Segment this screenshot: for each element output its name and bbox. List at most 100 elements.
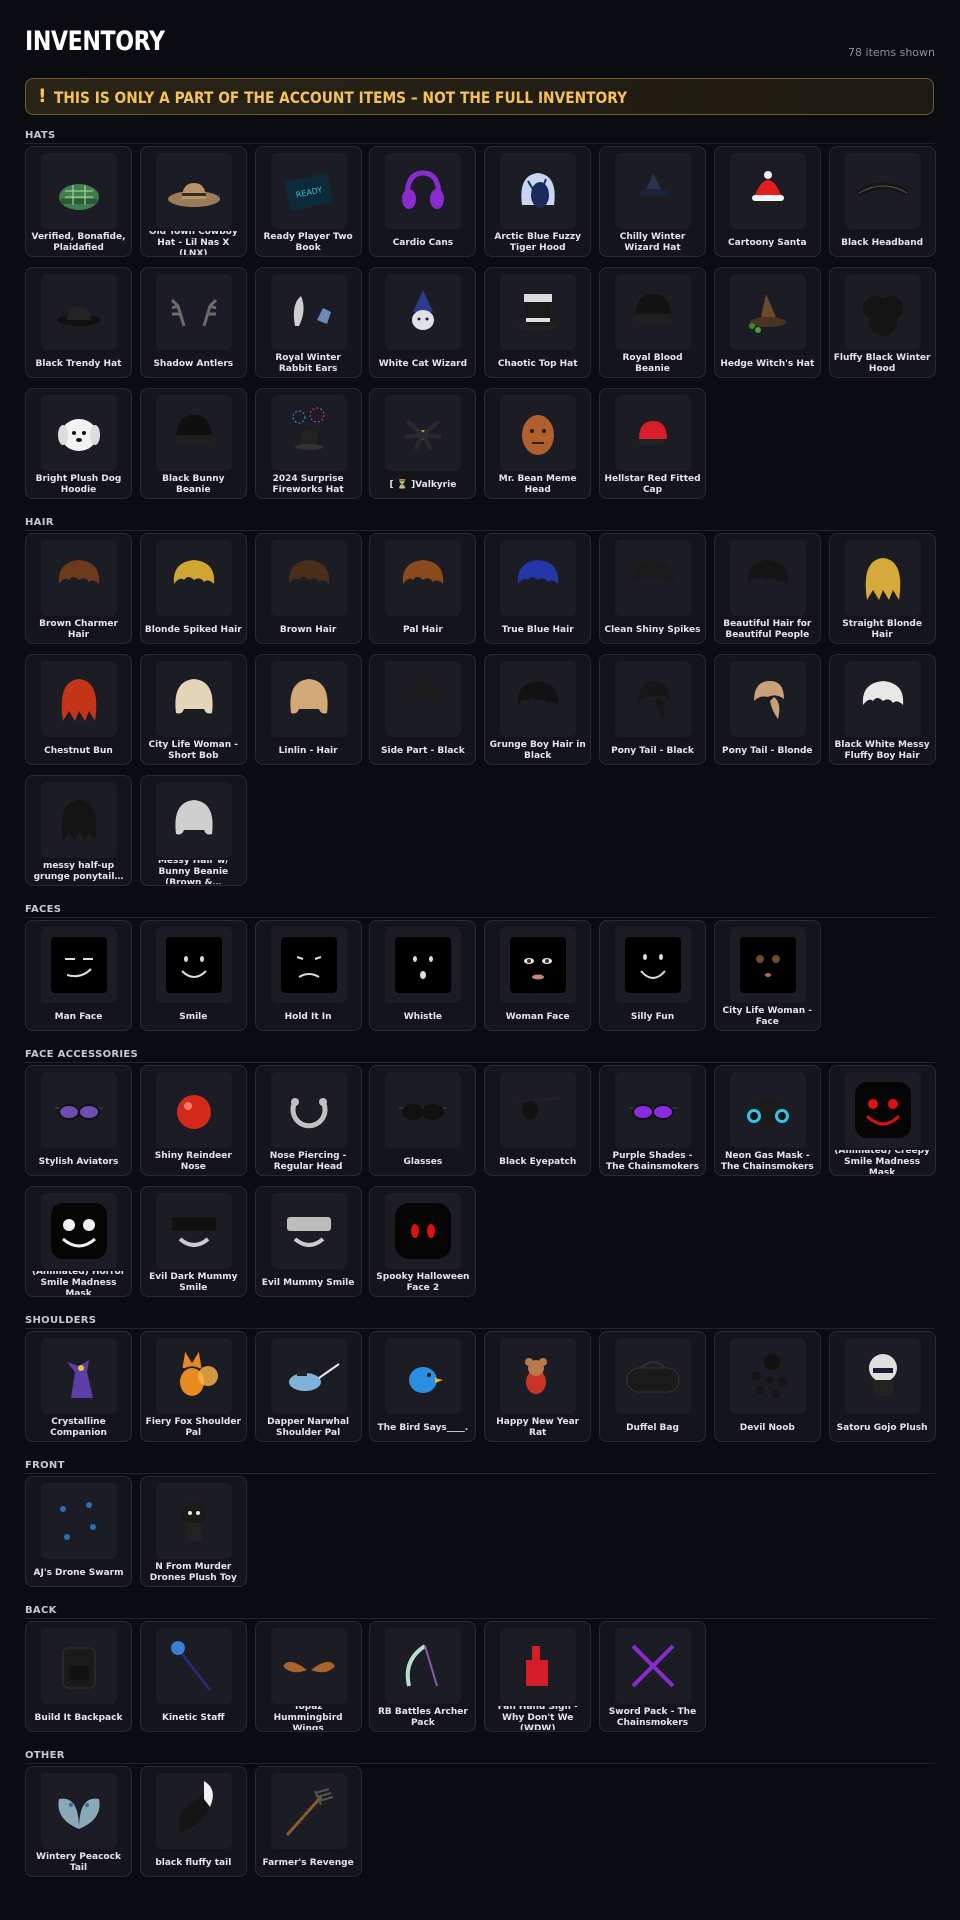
inventory-item-card[interactable]: True Blue Hair [484, 533, 592, 644]
inventory-item-card[interactable]: Glasses [369, 1065, 477, 1176]
item-mummy-icon [270, 1193, 347, 1269]
inventory-item-card[interactable]: Grunge Boy Hair in Black [484, 654, 592, 765]
item-hair-icon [615, 540, 691, 616]
inventory-item-card[interactable]: Clean Shiny Spikes [599, 533, 706, 644]
item-name: Farmer's Revenge [262, 1857, 354, 1868]
inventory-item-card[interactable]: Old Town Cowboy Hat - Lil Nas X (LNX) [139, 146, 247, 257]
inventory-item-card[interactable]: Arctic Blue Fuzzy Tiger Hood [484, 146, 592, 257]
inventory-item-card[interactable]: Evil Dark Mummy Smile [139, 1186, 247, 1297]
item-name: Kinetic Staff [162, 1712, 225, 1723]
inventory-item-card[interactable]: Pal Hair [369, 533, 477, 644]
inventory-item-card[interactable]: Duffel Bag [599, 1331, 706, 1442]
inventory-item-card[interactable]: Fan Hand Sign - Why Don't We (WDW) [484, 1621, 592, 1732]
inventory-item-card[interactable]: messy half-up grunge ponytail… [25, 775, 132, 886]
inventory-item-card[interactable]: Dapper Narwhal Shoulder Pal [254, 1331, 362, 1442]
item-redcap-icon [615, 395, 691, 471]
inventory-item-card[interactable]: The Bird Says____. [369, 1331, 477, 1442]
inventory-item-card[interactable]: Straight Blonde Hair [828, 533, 936, 644]
inventory-item-card[interactable]: White Cat Wizard [369, 267, 477, 378]
inventory-item-card[interactable]: Farmer's Revenge [254, 1766, 362, 1877]
inventory-item-card[interactable]: City Life Woman - Face [713, 920, 821, 1031]
inventory-item-card[interactable]: Spooky Halloween Face 2 [369, 1186, 477, 1297]
inventory-item-card[interactable]: Shadow Antlers [139, 267, 247, 378]
item-staff-icon [155, 1628, 232, 1704]
inventory-item-card[interactable]: Pony Tail - Blonde [713, 654, 821, 765]
inventory-item-card[interactable]: Smile [139, 920, 247, 1031]
inventory-item-card[interactable]: Wintery Peacock Tail [25, 1766, 132, 1877]
inventory-item-card[interactable]: Linlin - Hair [254, 654, 362, 765]
inventory-item-card[interactable]: City Life Woman - Short Bob [139, 654, 247, 765]
item-hair-icon [385, 661, 462, 737]
inventory-item-card[interactable]: Brown Hair [254, 533, 362, 644]
section-header: FACES [25, 904, 935, 918]
inventory-item-card[interactable]: Cartoony Santa [713, 146, 821, 257]
inventory-item-card[interactable]: Devil Noob [713, 1331, 821, 1442]
inventory-item-card[interactable]: Royal Winter Rabbit Ears [254, 267, 362, 378]
inventory-item-card[interactable]: Woman Face [484, 920, 592, 1031]
inventory-item-card[interactable]: Bright Plush Dog Hoodie [25, 388, 132, 499]
item-hair-icon [155, 540, 232, 616]
inventory-item-card[interactable]: Chaotic Top Hat [484, 267, 592, 378]
inventory-item-card[interactable]: Crystalline Companion [25, 1331, 132, 1442]
inventory-item-card[interactable]: Man Face [25, 920, 132, 1031]
inventory-item-card[interactable]: Evil Mummy Smile [254, 1186, 362, 1297]
inventory-item-card[interactable]: Satoru Gojo Plush [828, 1331, 936, 1442]
inventory-item-card[interactable]: Pony Tail - Black [599, 654, 706, 765]
item-mask-eyes-icon [385, 1193, 462, 1269]
section-front: FRONT AJ's Drone Swarm N From Murder Drone… [25, 1460, 935, 1587]
inventory-item-card[interactable]: Hellstar Red Fitted Cap [599, 388, 706, 499]
inventory-item-card[interactable]: Kinetic Staff [139, 1621, 247, 1732]
item-name: Bright Plush Dog Hoodie [35, 474, 122, 495]
inventory-item-card[interactable]: 2024 Surprise Fireworks Hat [254, 388, 362, 499]
inventory-item-card[interactable]: Black Headband [828, 146, 936, 257]
inventory-item-card[interactable]: Verified, Bonafide, Plaidafied [25, 146, 132, 257]
inventory-item-card[interactable]: Black Trendy Hat [25, 267, 132, 378]
inventory-item-card[interactable]: Stylish Aviators [25, 1065, 132, 1176]
section-hats: HATS Verified, Bonafide, Plaidafied Old To… [25, 130, 936, 499]
inventory-item-card[interactable]: N From Murder Drones Plush Toy [139, 1476, 247, 1587]
item-wings-icon [270, 1628, 347, 1704]
item-hair-icon [844, 661, 921, 737]
inventory-item-card[interactable]: Shiny Reindeer Nose [139, 1065, 247, 1176]
inventory-item-card[interactable]: Silly Fun [599, 920, 706, 1031]
item-name: Messy Hair w/ Bunny Beanie (Brown &… [157, 860, 229, 884]
inventory-item-card[interactable]: Beautiful Hair for Beautiful People [713, 533, 821, 644]
inventory-item-card[interactable]: Side Part - Black [369, 654, 477, 765]
inventory-item-card[interactable]: READY Ready Player Two Book [254, 146, 362, 257]
inventory-item-card[interactable]: Topaz Hummingbird Wings [254, 1621, 362, 1732]
inventory-item-card[interactable]: black fluffy tail [139, 1766, 247, 1877]
inventory-item-card[interactable]: Chestnut Bun [25, 654, 132, 765]
inventory-item-card[interactable]: Royal Blood Beanie [599, 267, 706, 378]
section-faces: FACES Man Face Smile Hold It In Whistle Woman… [25, 904, 935, 1031]
inventory-item-card[interactable]: Whistle [369, 920, 477, 1031]
inventory-item-card[interactable]: Chilly Winter Wizard Hat [599, 146, 706, 257]
inventory-item-card[interactable]: Black White Messy Fluffy Boy Hair [828, 654, 936, 765]
inventory-item-card[interactable]: Hold It In [254, 920, 362, 1031]
inventory-item-card[interactable]: Hedge Witch's Hat [713, 267, 821, 378]
inventory-item-card[interactable]: Cardio Cans [369, 146, 477, 257]
inventory-item-card[interactable]: (Animated) Horror Smile Madness Mask [25, 1186, 132, 1297]
inventory-item-card[interactable]: Fiery Fox Shoulder Pal [139, 1331, 247, 1442]
item-bird-icon [385, 1338, 462, 1414]
inventory-item-card[interactable]: Build It Backpack [25, 1621, 132, 1732]
section-back: BACK Build It Backpack Kinetic Staff Topaz … [25, 1605, 935, 1732]
inventory-item-card[interactable]: Purple Shades - The Chainsmokers [599, 1065, 706, 1176]
inventory-item-card[interactable]: Neon Gas Mask - The Chainsmokers [713, 1065, 821, 1176]
inventory-item-card[interactable]: Happy New Year Rat [484, 1331, 592, 1442]
section-hair: HAIR Brown Charmer Hair Blonde Spiked Hair… [25, 517, 936, 886]
item-ball-icon [155, 1072, 232, 1148]
inventory-item-card[interactable]: (Animated) Creepy Smile Madness Mask [828, 1065, 936, 1176]
inventory-item-card[interactable]: Fluffy Black Winter Hood [828, 267, 936, 378]
inventory-item-card[interactable]: [ ⏳ ]Valkyrie [369, 388, 477, 499]
inventory-item-card[interactable]: RB Battles Archer Pack [369, 1621, 477, 1732]
inventory-item-card[interactable]: Blonde Spiked Hair [139, 533, 247, 644]
inventory-item-card[interactable]: Nose Piercing - Regular Head [254, 1065, 362, 1176]
inventory-item-card[interactable]: Mr. Bean Meme Head [484, 388, 592, 499]
inventory-item-card[interactable]: Brown Charmer Hair [25, 533, 132, 644]
inventory-item-card[interactable]: AJ's Drone Swarm [25, 1476, 132, 1587]
inventory-item-card[interactable]: Black Bunny Beanie [139, 388, 247, 499]
inventory-item-card[interactable]: Messy Hair w/ Bunny Beanie (Brown &… [139, 775, 247, 886]
section-header: FRONT [25, 1460, 935, 1474]
inventory-item-card[interactable]: Black Eyepatch [484, 1065, 592, 1176]
inventory-item-card[interactable]: Sword Pack - The Chainsmokers [599, 1621, 706, 1732]
